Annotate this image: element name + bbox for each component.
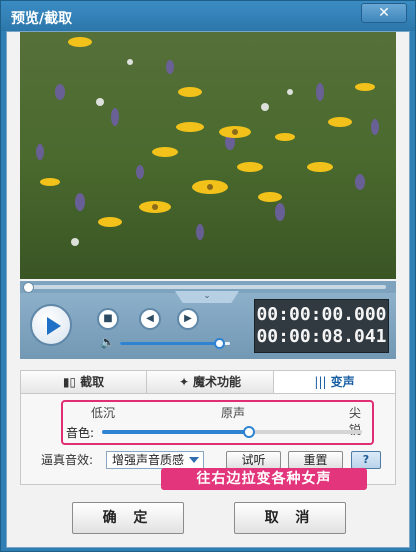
volume-fill: [120, 342, 225, 345]
label-original: 原声: [221, 406, 246, 420]
dropdown-arrow-icon: [189, 457, 199, 463]
step-forward-icon: ▶: [184, 313, 192, 324]
tab-bar: ▮▯ 截取 ✦ 魔术功能 ||| 变声: [21, 371, 395, 394]
effects-panel: ▮▯截取 ✦魔术功能 |||变声 低沉 原声 尖锐 音色: 逼真音效: [20, 370, 396, 490]
play-icon: [47, 317, 61, 335]
timbre-box: 低沉 原声 尖锐 音色:: [61, 400, 374, 445]
close-button[interactable]: ✕: [361, 3, 407, 23]
help-icon: ?: [362, 453, 370, 466]
timbre-label: 音色:: [66, 426, 95, 440]
timbre-handle[interactable]: [243, 426, 256, 438]
window-client-area: ■ ◀ ▶ 🔈 00:00:00.000 00:00:08.041 ⌄ ▮▯ 截取…: [6, 31, 410, 548]
cut-icon: ▮▯: [62, 375, 77, 389]
stop-icon: ■: [103, 313, 113, 324]
timbre-fill: [102, 430, 251, 434]
chevron-down-icon: ⌄: [203, 291, 211, 301]
video-frame-image: [20, 32, 396, 279]
tab-magic[interactable]: ✦ 魔术功能: [147, 371, 274, 393]
previous-frame-button[interactable]: ◀: [139, 308, 161, 330]
seek-track: [30, 285, 386, 289]
total-time: 00:00:08.041: [256, 326, 387, 347]
help-button[interactable]: ?: [351, 451, 381, 469]
stop-button[interactable]: ■: [97, 308, 119, 330]
next-frame-button[interactable]: ▶: [177, 308, 199, 330]
window-title: 预览/截取: [11, 11, 73, 27]
play-button[interactable]: [30, 304, 72, 346]
volume-handle[interactable]: [214, 338, 226, 349]
tab-crop[interactable]: ▮▯ 截取: [21, 371, 147, 393]
label-low: 低沉: [91, 406, 116, 420]
time-display: 00:00:00.000 00:00:08.041: [254, 299, 389, 353]
volume-slider[interactable]: [120, 338, 230, 349]
tab-magic-label: 魔术功能: [193, 375, 242, 389]
timbre-slider[interactable]: [102, 426, 362, 438]
tab-voice-change-label: 变声: [330, 375, 355, 389]
effect-select-value: 增强声音质感: [112, 453, 185, 467]
hint-callout: 往右边拉变各种女声: [161, 468, 367, 490]
magic-icon: ✦: [178, 375, 190, 389]
effect-select[interactable]: 增强声音质感: [106, 451, 204, 469]
effect-label: 逼真音效:: [41, 453, 94, 467]
video-preview: [20, 32, 396, 279]
title-bar: 预览/截取 ✕: [1, 1, 415, 31]
tab-voice-change[interactable]: ||| 变声: [274, 371, 395, 393]
seek-handle[interactable]: [23, 282, 34, 293]
preview-crop-window: 预览/截取 ✕ ■ ◀ ▶ 🔈 00:00:00.000 00:00:08.04…: [0, 0, 416, 552]
tab-crop-label: 截取: [80, 375, 105, 389]
cancel-button[interactable]: 取 消: [234, 502, 346, 534]
ok-button[interactable]: 确 定: [72, 502, 184, 534]
expand-toggle[interactable]: ⌄: [175, 291, 239, 303]
current-time: 00:00:00.000: [256, 304, 387, 325]
preview-button[interactable]: 试听: [226, 451, 281, 469]
volume-icon: 🔈: [100, 335, 115, 349]
waveform-icon: |||: [314, 375, 327, 389]
step-back-icon: ◀: [146, 313, 154, 324]
reset-button[interactable]: 重置: [288, 451, 343, 469]
